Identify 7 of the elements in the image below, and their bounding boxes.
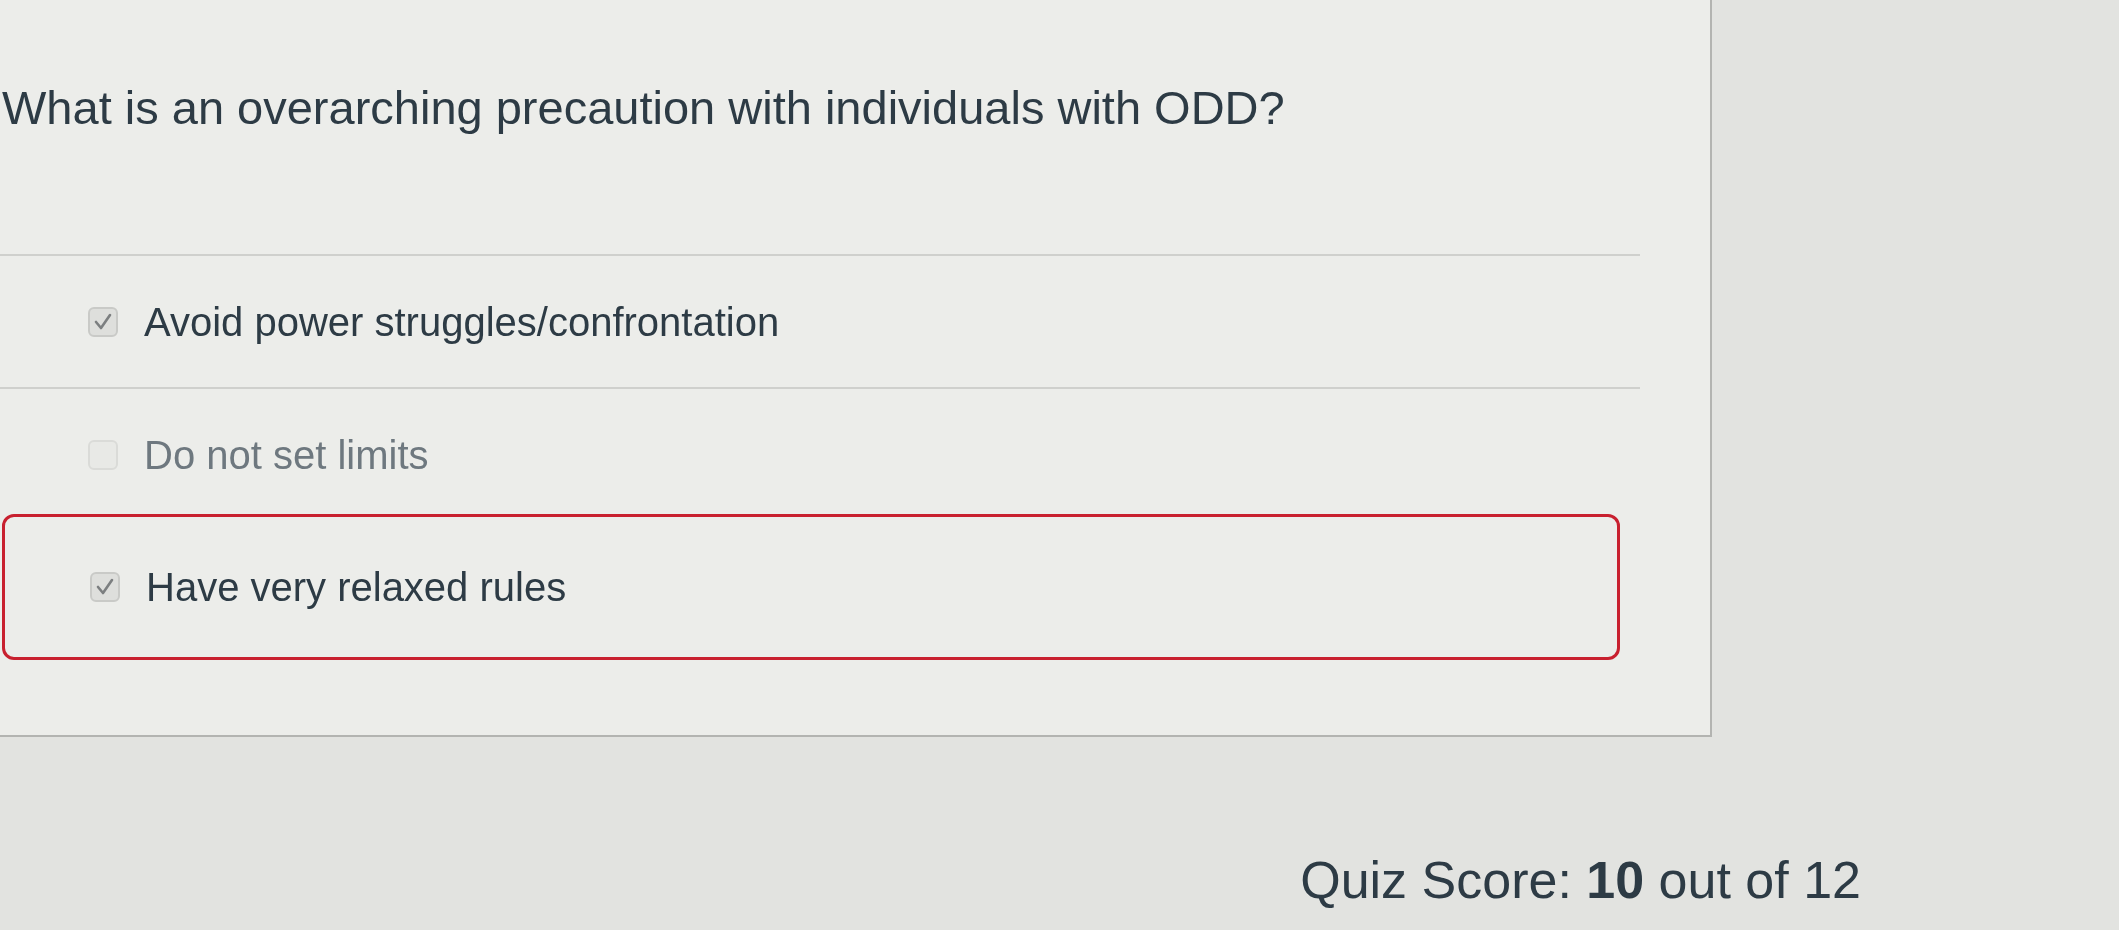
quiz-score: Quiz Score: 10 out of 12 [1300, 850, 1861, 911]
answer-text: Avoid power struggles/confrontation [144, 298, 780, 346]
question-text: What is an overarching precaution with individuals with ODD? [2, 80, 1285, 136]
answer-text: Have very relaxed rules [146, 564, 567, 611]
answer-text: Do not set limits [144, 431, 429, 479]
checked-checkbox[interactable] [88, 306, 118, 337]
checked-checkbox[interactable] [90, 572, 120, 602]
